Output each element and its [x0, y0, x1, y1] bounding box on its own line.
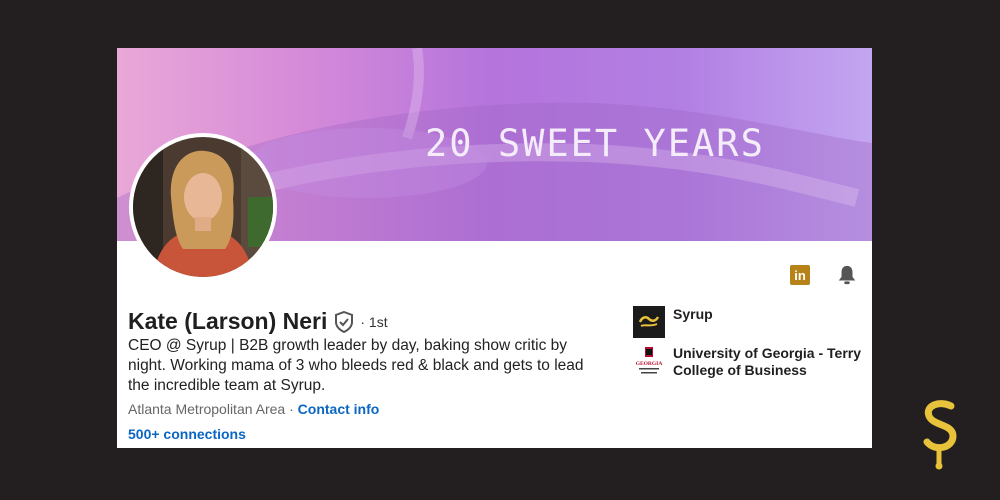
- syrup-logo: [633, 306, 665, 338]
- bell-icon[interactable]: [836, 264, 858, 286]
- uga-logo: GEORGIA: [633, 345, 665, 377]
- profile-actions: in: [790, 264, 858, 286]
- connections-link[interactable]: 500+ connections: [128, 426, 246, 442]
- org-uga[interactable]: GEORGIA University of Georgia - Terry Co…: [633, 345, 865, 379]
- linkedin-icon[interactable]: in: [790, 265, 810, 285]
- contact-info-link[interactable]: Contact info: [298, 401, 380, 417]
- profile-location: Atlanta Metropolitan Area ·: [128, 401, 294, 417]
- location-row: Atlanta Metropolitan Area · Contact info: [128, 401, 379, 417]
- org-name: University of Georgia - Terry College of…: [673, 345, 862, 378]
- experience-education-list: Syrup GEORGIA University of Georgia - Te…: [633, 306, 865, 386]
- profile-card: 20 SWEET YEARS in Kate (Larson) Neri · 1…: [117, 48, 872, 448]
- profile-headline: CEO @ Syrup | B2B growth leader by day, …: [128, 337, 584, 394]
- profile-name: Kate (Larson) Neri: [128, 308, 328, 334]
- org-syrup[interactable]: Syrup: [633, 306, 865, 338]
- verified-shield-icon[interactable]: [334, 310, 354, 333]
- syrup-brand-logo: [923, 400, 957, 470]
- banner-text: 20 SWEET YEARS: [425, 122, 765, 165]
- profile-avatar[interactable]: [129, 133, 277, 281]
- org-name: Syrup: [673, 306, 713, 322]
- svg-text:GEORGIA: GEORGIA: [636, 361, 663, 367]
- connection-degree: · 1st: [360, 313, 388, 330]
- profile-name-row: Kate (Larson) Neri · 1st: [128, 308, 388, 335]
